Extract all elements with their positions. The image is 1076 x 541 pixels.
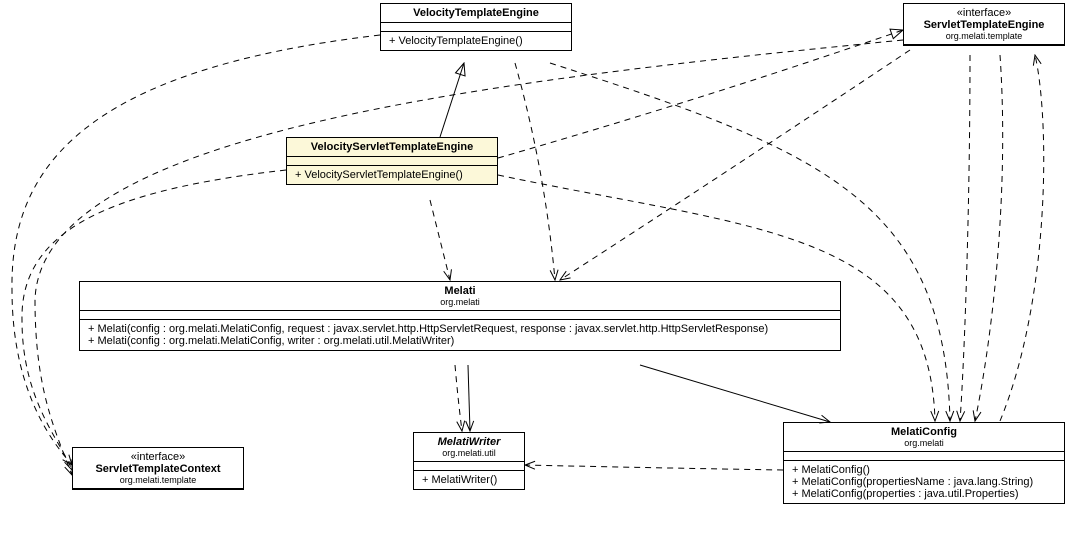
stereotype: «interface»: [81, 451, 235, 463]
uml-diagram: VelocityTemplateEngine + VelocityTemplat…: [0, 0, 1076, 541]
class-name: ServletTemplateContext: [95, 463, 220, 475]
class-name: VelocityServletTemplateEngine: [311, 141, 473, 153]
package: org.melati.template: [81, 475, 235, 485]
constructor-1: + MelatiConfig(): [792, 464, 1056, 476]
constructor: + VelocityServletTemplateEngine(): [287, 166, 497, 184]
class-name: MelatiWriter: [438, 436, 501, 448]
constructor-1: + Melati(config : org.melati.MelatiConfi…: [88, 323, 832, 335]
class-name: Melati: [444, 285, 475, 297]
package: org.melati: [792, 438, 1056, 448]
class-name: VelocityTemplateEngine: [413, 7, 539, 19]
class-velocity-template-engine: VelocityTemplateEngine + VelocityTemplat…: [380, 3, 572, 51]
constructor: + VelocityTemplateEngine(): [381, 32, 571, 50]
class-name: ServletTemplateEngine: [924, 19, 1045, 31]
stereotype: «interface»: [912, 7, 1056, 19]
package: org.melati.template: [912, 31, 1056, 41]
constructor-2: + Melati(config : org.melati.MelatiConfi…: [88, 335, 832, 347]
package: org.melati: [88, 297, 832, 307]
constructor-3: + MelatiConfig(properties : java.util.Pr…: [792, 488, 1056, 500]
package: org.melati.util: [422, 448, 516, 458]
class-name: MelatiConfig: [891, 426, 957, 438]
class-melati: Melati org.melati + Melati(config : org.…: [79, 281, 841, 351]
class-velocity-servlet-template-engine: VelocityServletTemplateEngine + Velocity…: [286, 137, 498, 185]
class-melati-config: MelatiConfig org.melati + MelatiConfig()…: [783, 422, 1065, 504]
constructor: + MelatiWriter(): [414, 471, 524, 489]
interface-servlet-template-context: «interface» ServletTemplateContext org.m…: [72, 447, 244, 490]
interface-servlet-template-engine: «interface» ServletTemplateEngine org.me…: [903, 3, 1065, 46]
constructor-2: + MelatiConfig(propertiesName : java.lan…: [792, 476, 1056, 488]
class-melati-writer: MelatiWriter org.melati.util + MelatiWri…: [413, 432, 525, 490]
